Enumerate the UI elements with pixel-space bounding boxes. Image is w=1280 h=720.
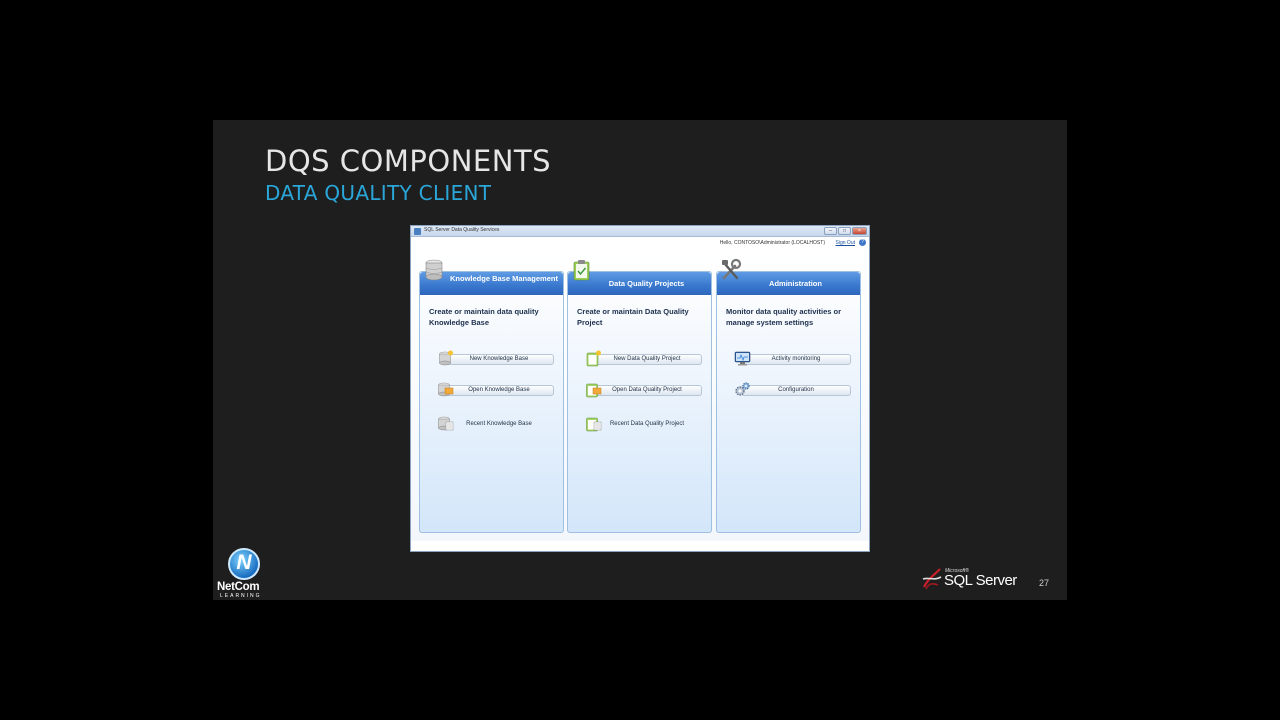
recent-knowledge-base-label: Recent Knowledge Base [466,421,532,427]
open-knowledge-base-button[interactable]: Open Knowledge Base [437,382,554,397]
panel-header: Data Quality Projects [568,260,711,295]
sign-out-link[interactable]: Sign Out [836,240,855,246]
netcom-name: NetCom [217,581,260,593]
panel-header: Administration [717,258,860,295]
configuration-button[interactable]: Configuration [734,382,851,397]
open-data-quality-project-button[interactable]: Open Data Quality Project [585,383,702,398]
page-number: 27 [1039,578,1050,588]
open-data-quality-project-label: Open Data Quality Project [612,387,682,393]
panel-title: Knowledge Base Management [450,274,558,283]
panel-knowledge-base-management: Knowledge Base Management Create or main… [419,259,564,533]
database-icon [425,259,443,281]
home-screen: Knowledge Base Management Create or main… [411,249,869,541]
new-knowledge-base-label: New Knowledge Base [469,356,529,362]
panel-title: Administration [769,279,822,288]
panel-description: Create or maintain data quality Knowledg… [429,307,539,327]
close-button[interactable]: × [852,227,867,235]
slide-title: DQS COMPONENTS [265,144,552,178]
panel-administration: Administration Monitor data quality acti… [716,258,861,533]
panel-data-quality-projects: Data Quality Projects Create or maintain… [567,260,712,533]
user-bar: Hello, CONTOSO\Administrator (LOCALHOST)… [411,237,869,247]
activity-monitoring-label: Activity monitoring [771,356,821,362]
app-icon [414,228,421,235]
sql-server-name: SQL Server [944,572,1017,589]
dqs-client-window: SQL Server Data Quality Services – □ × H… [410,225,870,552]
new-data-quality-project-button[interactable]: New Data Quality Project [585,350,702,367]
activity-monitoring-button[interactable]: Activity monitoring [734,351,851,366]
panel-description: Create or maintain Data Quality Project [577,307,689,327]
recent-data-quality-project-button[interactable]: Recent Data Quality Project [585,417,702,432]
window-titlebar[interactable]: SQL Server Data Quality Services – □ × [411,226,869,237]
sql-server-swoosh-icon [922,568,942,590]
configuration-label: Configuration [778,387,814,393]
recent-knowledge-base-button[interactable]: Recent Knowledge Base [437,416,554,431]
help-icon[interactable]: ? [859,239,866,246]
panel-title: Data Quality Projects [608,279,685,288]
minimize-button[interactable]: – [824,227,837,235]
recent-data-quality-project-label: Recent Data Quality Project [609,421,685,427]
slide: DQS COMPONENTS DATA QUALITY CLIENT SQL S… [213,120,1067,600]
panel-description: Monitor data quality activities or manag… [726,307,842,327]
new-knowledge-base-button[interactable]: New Knowledge Base [437,350,554,366]
panel-header: Knowledge Base Management [420,259,563,295]
open-knowledge-base-label: Open Knowledge Base [468,387,530,393]
netcom-learning-logo: N NetCom LEARNING [216,548,268,600]
slide-subtitle: DATA QUALITY CLIENT [265,181,492,205]
window-title: SQL Server Data Quality Services [424,227,500,233]
netcom-n-icon: N [236,551,252,574]
maximize-button[interactable]: □ [838,227,851,235]
new-data-quality-project-label: New Data Quality Project [613,356,681,362]
user-greeting: Hello, CONTOSO\Administrator (LOCALHOST) [719,240,825,246]
netcom-sub: LEARNING [220,593,262,599]
sql-server-logo: Microsoft® SQL Server [920,565,1020,593]
